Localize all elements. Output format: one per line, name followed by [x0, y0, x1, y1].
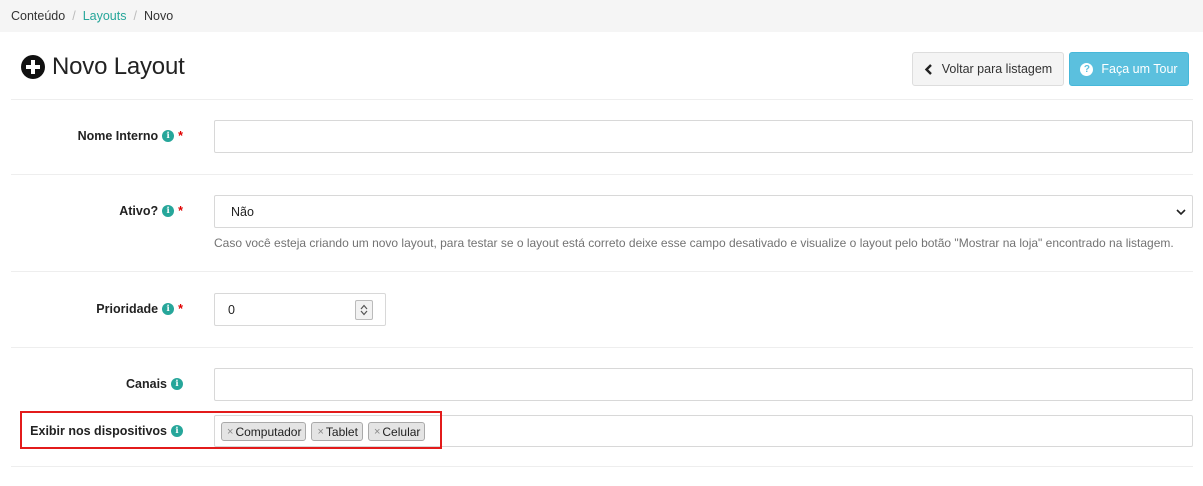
take-tour-button[interactable]: ? Faça um Tour [1069, 52, 1189, 86]
tag-computador: × Computador [221, 422, 307, 441]
tour-button-label: Faça um Tour [1101, 62, 1178, 76]
number-spinner[interactable] [355, 300, 373, 320]
chevron-left-icon [924, 63, 932, 75]
chevron-down-icon [1176, 209, 1186, 216]
prioridade-number-input[interactable]: 0 [214, 293, 386, 326]
remove-tag-icon[interactable]: × [227, 426, 233, 438]
page-title: Novo Layout [52, 53, 185, 80]
divider [11, 174, 1193, 175]
back-button-label: Voltar para listagem [941, 62, 1053, 76]
divider [11, 466, 1193, 467]
page-header: Novo Layout [21, 53, 185, 81]
ativo-label: Ativo? i * [119, 204, 183, 218]
dispositivos-label: Exibir nos dispositivos i [30, 424, 183, 438]
question-circle-icon: ? [1080, 62, 1094, 76]
tag-label: Computador [235, 424, 302, 439]
nome-interno-label-text: Nome Interno [77, 129, 159, 143]
dispositivos-multiselect[interactable]: × Computador × Tablet × Celular [214, 415, 1193, 447]
plus-circle-icon [21, 55, 45, 79]
required-marker: * [178, 129, 183, 143]
breadcrumb-separator: / [133, 9, 137, 23]
breadcrumb: Conteúdo / Layouts / Novo [0, 0, 1203, 32]
breadcrumb-item-layouts[interactable]: Layouts [83, 9, 127, 23]
info-icon[interactable]: i [162, 205, 175, 217]
info-icon[interactable]: i [171, 425, 183, 437]
canais-label-text: Canais [126, 377, 167, 391]
required-marker: * [178, 302, 183, 316]
tag-label: Celular [382, 424, 421, 439]
dispositivos-label-text: Exibir nos dispositivos [30, 424, 167, 438]
nome-interno-label: Nome Interno i * [78, 129, 183, 143]
tag-tablet: × Tablet [311, 422, 363, 441]
prioridade-label: Prioridade i * [96, 302, 183, 316]
breadcrumb-item-novo: Novo [143, 9, 174, 23]
chevron-down-icon[interactable] [360, 310, 368, 316]
back-to-list-button[interactable]: Voltar para listagem [912, 52, 1064, 86]
ativo-label-text: Ativo? [119, 204, 159, 218]
info-icon[interactable]: i [162, 303, 175, 315]
info-icon[interactable]: i [171, 378, 183, 390]
tag-label: Tablet [325, 424, 358, 439]
ativo-help-text: Caso você esteja criando um novo layout,… [214, 236, 1174, 250]
remove-tag-icon[interactable]: × [317, 426, 323, 438]
required-marker: * [178, 204, 183, 218]
selected-tags: × Computador × Tablet × Celular [221, 422, 426, 441]
divider [11, 271, 1193, 272]
prioridade-value: 0 [228, 303, 235, 317]
breadcrumb-item-conteudo: Conteúdo [11, 9, 66, 23]
canais-input[interactable] [214, 368, 1193, 401]
tag-celular: × Celular [367, 422, 426, 441]
canais-label: Canais i [126, 377, 183, 391]
nome-interno-input[interactable] [214, 120, 1193, 153]
remove-tag-icon[interactable]: × [374, 426, 380, 438]
ativo-select[interactable]: Não [214, 195, 1193, 228]
ativo-select-value: Não [231, 205, 254, 219]
divider [11, 347, 1193, 348]
prioridade-label-text: Prioridade [96, 302, 159, 316]
breadcrumb-separator: / [72, 9, 76, 23]
info-icon[interactable]: i [162, 130, 175, 142]
divider [11, 99, 1193, 100]
